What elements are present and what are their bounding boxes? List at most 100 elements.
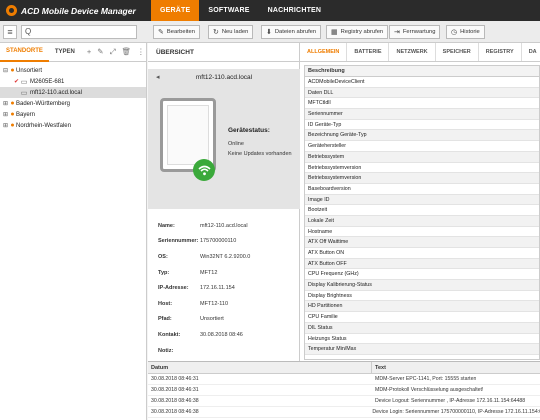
fetch-registry-button-label: Registry abrufen	[340, 29, 384, 35]
remote-maintenance-button[interactable]: ⇥ Fernwartung	[389, 25, 441, 39]
details-tabs: ALLGEMEIN BATTERIE NETZWERK SPEICHER REG…	[300, 43, 540, 62]
nav-nachrichten[interactable]: NACHRICHTEN	[259, 0, 331, 21]
reload-button-label: Neu laden	[221, 29, 249, 35]
column-header-beschreibung[interactable]: Beschreibung	[305, 66, 539, 77]
details-row[interactable]: MFTCtldll	[305, 98, 539, 110]
edit-icon: ✎	[158, 29, 164, 36]
more-icon[interactable]: ⋮	[137, 47, 145, 57]
details-row[interactable]: Daten DLL	[305, 87, 539, 99]
tablet-screen	[167, 105, 209, 165]
details-row[interactable]: Baseboardversion	[305, 184, 539, 195]
details-row[interactable]: CPU Familie	[305, 312, 539, 323]
delete-icon[interactable]: 🗑	[122, 47, 132, 57]
tree-node-baden-wuerttemberg[interactable]: ⊞ ● Baden-Württemberg	[0, 98, 146, 109]
column-header-datum[interactable]: Datum	[148, 362, 372, 373]
move-icon[interactable]: ⤢	[110, 47, 116, 57]
refresh-icon: ↻	[213, 29, 219, 36]
details-row[interactable]: Bootzeit	[305, 205, 539, 216]
details-row[interactable]: Betriebssystemversion	[305, 163, 539, 174]
history-icon: ◷	[451, 29, 458, 36]
top-bar: ACD Mobile Device Manager GERÄTE SOFTWAR…	[0, 0, 540, 21]
tree-node-bayern[interactable]: ⊞ ● Bayern	[0, 109, 146, 120]
brand: ACD Mobile Device Manager	[0, 0, 151, 21]
registry-icon: ▦	[331, 29, 338, 36]
tab-netzwerk[interactable]: NETZWERK	[389, 43, 436, 61]
details-row[interactable]: CPU Frequenz (GHz)	[305, 269, 539, 281]
property-row: Name: mft12-110.acd.local	[158, 222, 248, 229]
overview-panel: ÜBERSICHT ◂ mft12-110.acd.local Gerätest…	[148, 43, 300, 361]
app-title: ACD Mobile Device Manager	[21, 5, 136, 16]
fetch-registry-button[interactable]: ▦ Registry abrufen	[326, 25, 389, 39]
tab-registry[interactable]: REGISTRY	[479, 43, 522, 61]
tree-node-label: Nordrhein-Westfalen	[16, 122, 71, 129]
details-row[interactable]: ACDMobileDeviceClient	[305, 77, 539, 88]
details-panel: ALLGEMEIN BATTERIE NETZWERK SPEICHER REG…	[300, 43, 540, 361]
details-rows: ACDMobileDeviceClient Daten DLL MFTCtldll S…	[305, 77, 539, 355]
property-row: Pfad: Unsortiert	[158, 316, 224, 323]
details-row[interactable]: Temperatur Min/Max	[305, 344, 539, 355]
log-row[interactable]: 30.08.2018 08:46:38 Device Logout: Serien…	[148, 396, 540, 407]
expand-icon[interactable]: ⊞	[2, 100, 9, 107]
log-row[interactable]: 30.08.2018 08:46:31 MDM-Protokoll Verschl…	[148, 385, 540, 396]
device-card: ◂ mft12-110.acd.local Gerätestatus: Onli…	[148, 69, 300, 209]
device-name: mft12-110.acd.local	[195, 74, 253, 81]
property-row: Typ: MFT12	[158, 269, 218, 276]
details-row[interactable]: Hostname	[305, 227, 539, 238]
tree-node-device[interactable]: ✔ ▭ M2605E-681	[0, 76, 146, 87]
collapse-icon[interactable]: ⊟	[2, 67, 9, 74]
edit-button-label: Bearbeiten	[166, 29, 195, 35]
device-icon: ▭	[20, 78, 28, 86]
nav-software[interactable]: SOFTWARE	[199, 0, 258, 21]
details-row[interactable]: Image ID	[305, 194, 539, 206]
history-button[interactable]: ◷ Historie	[446, 25, 485, 39]
tab-standorte[interactable]: STANDORTE	[0, 43, 49, 62]
details-row[interactable]: HD Partitionen	[305, 301, 539, 313]
tab-da[interactable]: DA	[522, 43, 540, 61]
search-input[interactable]: Q	[21, 25, 137, 39]
property-row: IP-Adresse: 172.16.11.154	[158, 285, 235, 292]
edit-icon[interactable]: ✎	[97, 47, 103, 57]
tree-node-unsortiert[interactable]: ⊟ ● Unsortiert	[0, 65, 146, 76]
location-pin-icon: ●	[10, 111, 15, 118]
details-row[interactable]: Betriebssystemversion	[305, 173, 539, 184]
property-row: Seriennummer: 175700000110	[158, 238, 237, 245]
fetch-files-button-label: Dateien abrufen	[274, 29, 317, 35]
expand-icon[interactable]: ⊞	[2, 111, 9, 118]
details-row[interactable]: Betriebssystem	[305, 151, 539, 163]
expand-icon[interactable]: ⊞	[2, 122, 9, 129]
log-row[interactable]: 30.08.2018 08:46:31 MDM-Server EPC-1141, …	[148, 374, 540, 385]
details-row[interactable]: Bezeichnung Geräte-Typ	[305, 130, 539, 142]
details-row[interactable]: ATX Off Waittime	[305, 237, 539, 248]
tree-node-device-selected[interactable]: ▭ mft12-110.acd.local	[0, 87, 146, 98]
details-row[interactable]: Lokale Zeit	[305, 215, 539, 227]
property-row: Host: MFT12-110	[158, 300, 229, 307]
log-panel: Datum Text 30.08.2018 08:46:31 MDM-Server…	[148, 361, 540, 420]
tab-speicher[interactable]: SPEICHER	[436, 43, 479, 61]
location-tree: ⊟ ● Unsortiert ✔ ▭ M2605E-681 ▭ mft12-11…	[0, 62, 146, 131]
details-row[interactable]: ID Geräte-Typ	[305, 120, 539, 131]
details-row[interactable]: ATX Button OFF	[305, 258, 539, 270]
edit-button[interactable]: ✎ Bearbeiten	[153, 25, 200, 39]
location-panel: STANDORTE TYPEN + ✎ ⤢ 🗑 ⋮ ⊟ ● Unsortiert…	[0, 43, 147, 420]
tree-node-label: M2605E-681	[30, 78, 65, 85]
details-row[interactable]: Seriennummer	[305, 109, 539, 120]
tree-node-nordrhein-westfalen[interactable]: ⊞ ● Nordrhein-Westfalen	[0, 120, 146, 131]
menu-icon[interactable]: ≡	[3, 25, 17, 39]
reload-button[interactable]: ↻ Neu laden	[208, 25, 254, 39]
tab-allgemein[interactable]: ALLGEMEIN	[300, 43, 348, 61]
nav-geraete[interactable]: GERÄTE	[151, 0, 200, 21]
tab-batterie[interactable]: BATTERIE	[347, 43, 390, 61]
add-icon[interactable]: +	[87, 47, 91, 57]
details-row[interactable]: Display Brightness	[305, 291, 539, 302]
details-row[interactable]: Gerätehersteller	[305, 141, 539, 152]
left-tabs: STANDORTE TYPEN + ✎ ⤢ 🗑 ⋮	[0, 43, 146, 62]
tab-typen[interactable]: TYPEN	[49, 43, 81, 62]
details-row[interactable]: Heizungs Status	[305, 334, 539, 345]
log-row[interactable]: 30.08.2018 08:46:38 Device Login: Serienn…	[148, 407, 540, 418]
details-row[interactable]: Display Kalibrierung-Status	[305, 280, 539, 291]
property-row: OS: Win32NT 6.2.9200.0	[158, 253, 251, 260]
details-row[interactable]: ATX Button ON	[305, 248, 539, 259]
column-header-text[interactable]: Text	[372, 362, 386, 373]
fetch-files-button[interactable]: ⬇ Dateien abrufen	[261, 25, 322, 39]
details-row[interactable]: DIL Status	[305, 322, 539, 334]
